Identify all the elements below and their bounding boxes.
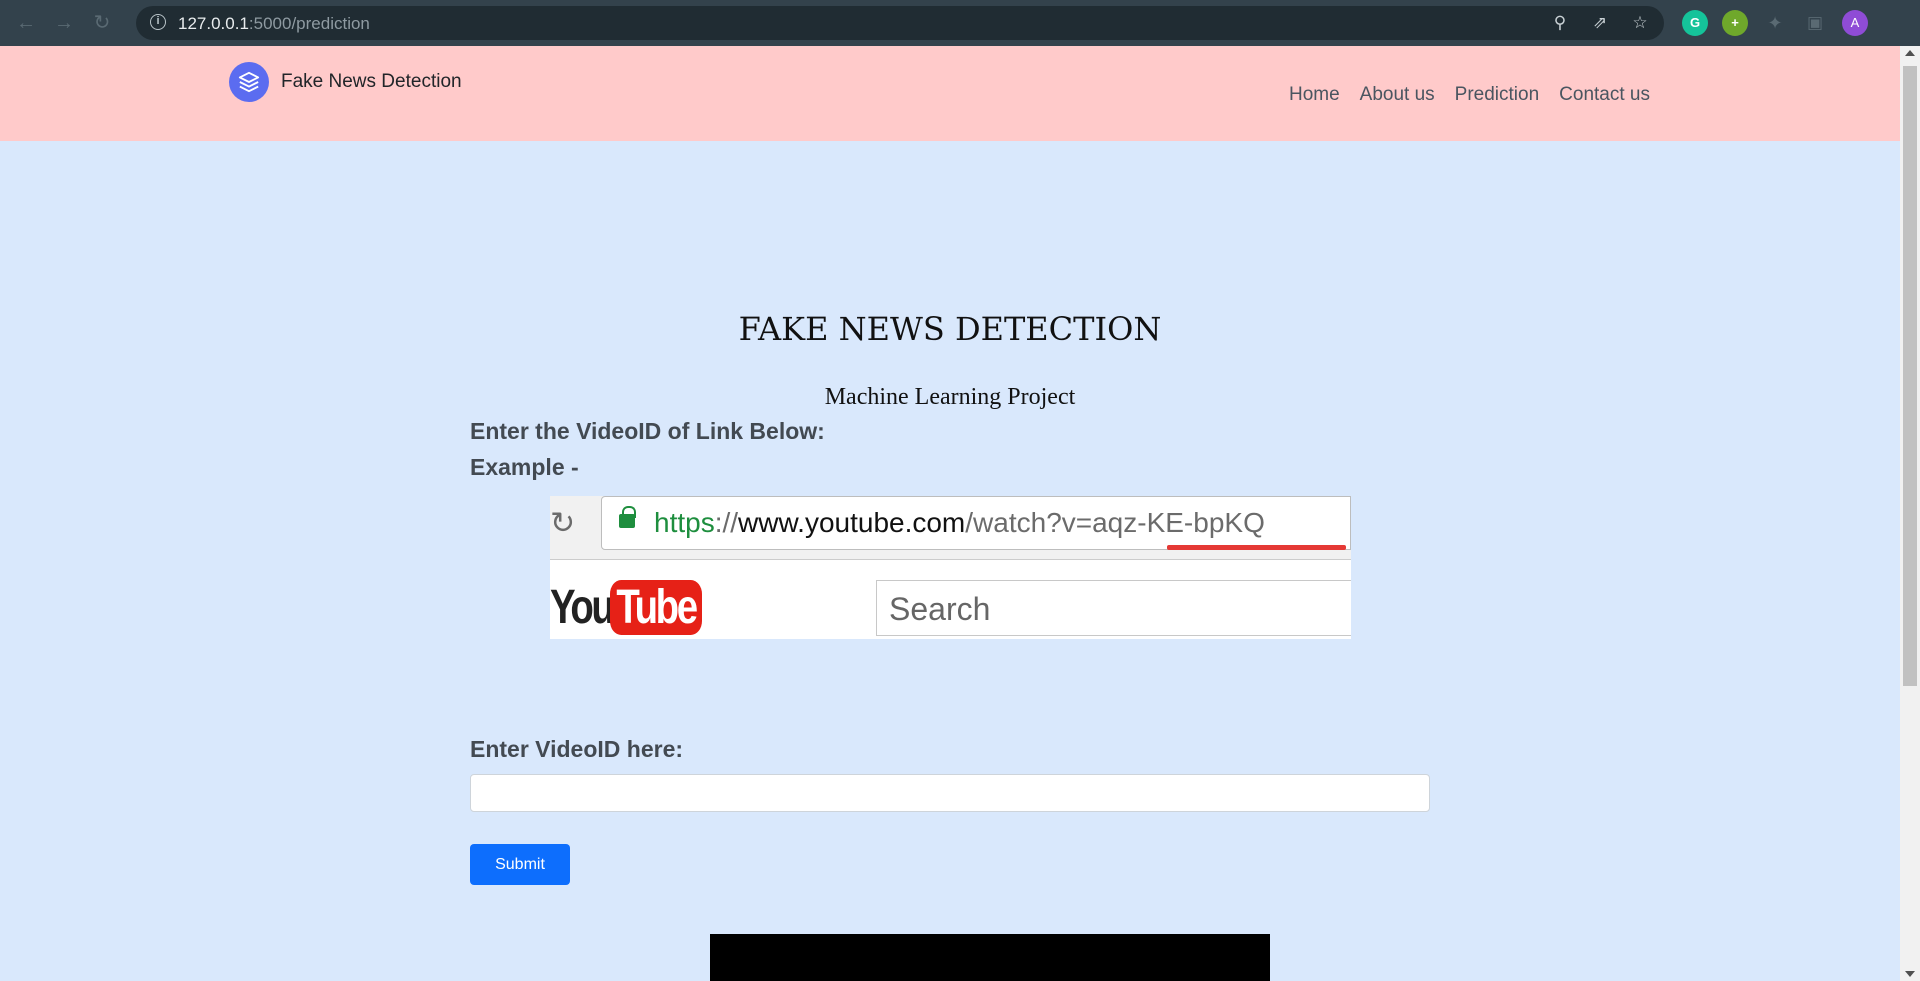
instruction-text: Enter the VideoID of Link Below:	[470, 418, 825, 444]
page-subtitle: Machine Learning Project	[824, 384, 1076, 410]
example-search-box: Search	[876, 580, 1351, 636]
side-panel-icon[interactable]: ▣	[1802, 10, 1828, 36]
videoid-highlight-underline	[1167, 545, 1346, 550]
bookmark-star-icon[interactable]: ☆	[1630, 13, 1650, 33]
address-url[interactable]: 127.0.0.1:5000/prediction	[178, 14, 370, 34]
example-address-bar: https://www.youtube.com/watch?v=aqz-KE-b…	[601, 496, 1351, 550]
profile-avatar[interactable]: A	[1842, 10, 1868, 36]
nav-link-home[interactable]: Home	[1289, 84, 1340, 106]
nav-link-contact[interactable]: Contact us	[1559, 84, 1650, 106]
instructions: Enter the VideoID of Link Below: Example…	[470, 418, 1430, 481]
youtube-logo: You Tube	[550, 580, 725, 635]
scroll-up-arrow-icon[interactable]	[1905, 50, 1915, 56]
extensions-bar: G + ✦ ▣ A	[1682, 10, 1868, 36]
forward-icon[interactable]: →	[52, 11, 76, 35]
nav-link-prediction[interactable]: Prediction	[1455, 84, 1540, 106]
brand-name: Fake News Detection	[281, 71, 462, 92]
browser-nav-buttons: ← → ↻	[14, 11, 114, 35]
videoid-label: Enter VideoID here:	[470, 736, 684, 762]
example-label: Example -	[470, 454, 579, 480]
example-browser-bar: ↻ https://www.youtube.com/watch?v=aqz-KE…	[550, 496, 1351, 560]
site-navbar: Fake News Detection Home About us Predic…	[0, 46, 1900, 141]
nav-link-about[interactable]: About us	[1360, 84, 1435, 106]
videoid-input[interactable]	[470, 774, 1430, 812]
page-scrollbar[interactable]	[1900, 46, 1920, 981]
page-title: FAKE NEWS DETECTION	[738, 310, 1162, 348]
example-url-image: ↻ https://www.youtube.com/watch?v=aqz-KE…	[550, 496, 1351, 639]
extension-green-icon[interactable]: +	[1722, 10, 1748, 36]
back-icon[interactable]: ←	[14, 11, 38, 35]
submit-button[interactable]: Submit	[470, 844, 570, 885]
zoom-icon[interactable]: ⚲	[1550, 13, 1570, 33]
result-panel	[710, 934, 1270, 981]
example-reload-icon: ↻	[550, 507, 576, 540]
nav-links: Home About us Prediction Contact us	[1289, 84, 1650, 106]
share-icon[interactable]: ⇗	[1590, 13, 1610, 33]
example-url: https://www.youtube.com/watch?v=aqz-KE-b…	[654, 507, 1265, 538]
brand[interactable]: Fake News Detection	[229, 62, 462, 102]
example-lock-icon	[619, 506, 636, 528]
scroll-down-arrow-icon[interactable]	[1905, 971, 1915, 977]
layers-logo-icon	[229, 62, 269, 102]
reload-icon[interactable]: ↻	[90, 11, 114, 35]
address-bar[interactable]: i 127.0.0.1:5000/prediction ⚲ ⇗ ☆	[136, 6, 1664, 40]
browser-toolbar: ← → ↻ i 127.0.0.1:5000/prediction ⚲ ⇗ ☆ …	[0, 0, 1920, 46]
scroll-thumb[interactable]	[1903, 66, 1917, 686]
address-actions: ⚲ ⇗ ☆	[1550, 13, 1650, 33]
grammarly-extension-icon[interactable]: G	[1682, 10, 1708, 36]
extensions-puzzle-icon[interactable]: ✦	[1762, 10, 1788, 36]
site-info-icon[interactable]: i	[150, 14, 166, 30]
